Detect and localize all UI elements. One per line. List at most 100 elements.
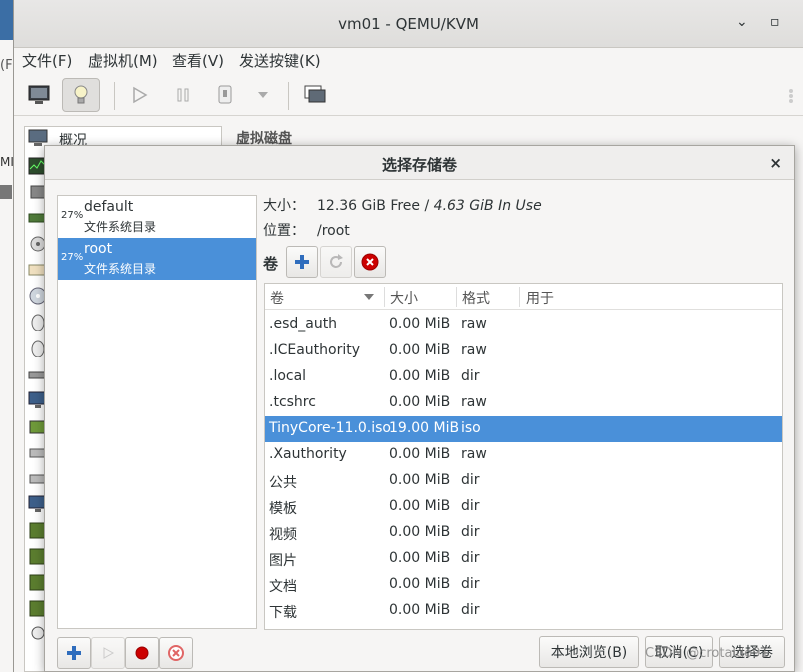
chevron-down-icon bbox=[258, 92, 268, 98]
volume-row[interactable]: .tcshrc 0.00 MiB raw bbox=[265, 390, 782, 416]
volume-name-cell: .Xauthority bbox=[269, 446, 347, 462]
volume-row[interactable]: .esd_auth 0.00 MiB raw bbox=[265, 312, 782, 338]
plus-icon bbox=[295, 255, 309, 269]
menu-sendkey[interactable]: 发送按键(K) bbox=[239, 50, 321, 71]
pool-name: root bbox=[84, 241, 113, 257]
volume-size-cell: 0.00 MiB bbox=[389, 498, 451, 514]
volume-row[interactable]: 模板 0.00 MiB dir bbox=[265, 494, 782, 520]
volume-format-cell: iso bbox=[461, 420, 481, 436]
volume-row[interactable]: .Xauthority 0.00 MiB raw bbox=[265, 442, 782, 468]
delete-volume-button[interactable] bbox=[354, 246, 386, 278]
minimize-button[interactable]: ⌄ bbox=[736, 14, 748, 30]
pool-item-default[interactable]: 27% default 文件系统目录 bbox=[58, 196, 256, 238]
close-button[interactable]: × bbox=[769, 154, 782, 172]
volume-row[interactable]: TinyCore-11.0.iso 19.00 MiB iso bbox=[265, 416, 782, 442]
location-label: 位置： bbox=[263, 223, 305, 239]
choose-volume-dialog: 选择存储卷 × 27% default 文件系统目录 27% root 文件系统… bbox=[44, 145, 795, 672]
shutdown-menu-button[interactable] bbox=[244, 78, 282, 112]
toolbar bbox=[14, 74, 803, 116]
volume-format-cell: raw bbox=[461, 342, 487, 358]
volume-table: 卷 大小 格式 用于 .esd_auth 0.00 MiB raw .ICEautho… bbox=[264, 283, 783, 630]
volume-format-cell: dir bbox=[461, 576, 480, 592]
menu-vm[interactable]: 虚拟机(M) bbox=[88, 50, 158, 71]
volume-format-cell: dir bbox=[461, 550, 480, 566]
volume-name-cell: .local bbox=[269, 368, 307, 384]
refresh-volumes-button[interactable] bbox=[320, 246, 352, 278]
volume-row[interactable]: 视频 0.00 MiB dir bbox=[265, 520, 782, 546]
play-icon bbox=[103, 647, 115, 659]
location-value: /root bbox=[317, 223, 350, 239]
volume-name-cell: 视频 bbox=[269, 527, 297, 543]
volume-size-cell: 0.00 MiB bbox=[389, 342, 451, 358]
volume-size-cell: 0.00 MiB bbox=[389, 368, 451, 384]
add-volume-button[interactable] bbox=[286, 246, 318, 278]
volume-row[interactable]: 下载 0.00 MiB dir bbox=[265, 598, 782, 624]
details-view-button[interactable] bbox=[62, 78, 100, 112]
size-free-value: 12.36 GiB Free / bbox=[317, 198, 434, 214]
power-icon bbox=[218, 85, 232, 104]
volume-size-cell: 0.00 MiB bbox=[389, 550, 451, 566]
dialog-title: 选择存储卷 bbox=[381, 156, 457, 174]
background-label-fragment: MI bbox=[0, 155, 14, 169]
pool-type: 文件系统目录 bbox=[84, 220, 157, 234]
volume-size-cell: 0.00 MiB bbox=[389, 472, 451, 488]
window-titlebar: vm01 - QEMU/KVM ⌄ ▫ bbox=[14, 0, 803, 48]
volume-size-cell: 0.00 MiB bbox=[389, 316, 451, 332]
column-separator bbox=[456, 287, 457, 307]
delete-pool-button[interactable] bbox=[159, 637, 193, 669]
run-button[interactable] bbox=[120, 78, 158, 112]
browse-local-button[interactable]: 本地浏览(B) bbox=[539, 636, 639, 668]
volume-name-cell: 文档 bbox=[269, 579, 297, 595]
pool-size-row: 大小： 12.36 GiB Free / 4.63 GiB In Use bbox=[263, 195, 542, 215]
stop-pool-button[interactable] bbox=[125, 637, 159, 669]
volume-size-cell: 0.00 MiB bbox=[389, 576, 451, 592]
plus-icon bbox=[67, 646, 81, 660]
volume-row[interactable]: 图片 0.00 MiB dir bbox=[265, 546, 782, 572]
column-header-format[interactable]: 格式 bbox=[462, 288, 490, 308]
volume-row[interactable]: 公共 0.00 MiB dir bbox=[265, 468, 782, 494]
menu-view[interactable]: 查看(V) bbox=[172, 50, 224, 71]
resize-handle[interactable] bbox=[780, 78, 802, 112]
volume-size-cell: 0.00 MiB bbox=[389, 446, 451, 462]
column-header-used-by[interactable]: 用于 bbox=[526, 288, 554, 308]
record-stop-icon bbox=[135, 646, 149, 660]
pool-usage-percent: 27% bbox=[61, 252, 84, 263]
volume-table-header: 卷 大小 格式 用于 bbox=[265, 284, 782, 310]
volume-name-cell: .ICEauthority bbox=[269, 342, 360, 358]
pool-usage-percent: 27% bbox=[61, 210, 84, 221]
column-separator bbox=[519, 287, 520, 307]
delete-icon bbox=[168, 645, 184, 661]
volume-name-cell: 下载 bbox=[269, 605, 297, 621]
console-view-button[interactable] bbox=[20, 78, 58, 112]
window-title: vm01 - QEMU/KVM bbox=[338, 15, 479, 33]
pool-type: 文件系统目录 bbox=[84, 262, 157, 276]
volume-row[interactable]: 文档 0.00 MiB dir bbox=[265, 572, 782, 598]
watermark: CSDN @crotaldo91 bbox=[645, 646, 769, 661]
volume-row[interactable]: .local 0.00 MiB dir bbox=[265, 364, 782, 390]
shutdown-button[interactable] bbox=[206, 78, 244, 112]
column-header-name[interactable]: 卷 bbox=[270, 288, 284, 308]
dialog-header: 选择存储卷 × bbox=[45, 146, 794, 180]
volume-format-cell: dir bbox=[461, 472, 480, 488]
pause-button[interactable] bbox=[164, 78, 202, 112]
add-pool-button[interactable] bbox=[57, 637, 91, 669]
lightbulb-icon bbox=[74, 85, 88, 104]
menu-file[interactable]: 文件(F) bbox=[22, 50, 72, 71]
column-separator bbox=[384, 287, 385, 307]
volume-size-cell: 19.00 MiB bbox=[389, 420, 460, 436]
volume-row[interactable]: .ICEauthority 0.00 MiB raw bbox=[265, 338, 782, 364]
maximize-button[interactable]: ▫ bbox=[770, 14, 780, 30]
pool-name: default bbox=[84, 199, 134, 215]
volume-format-cell: dir bbox=[461, 602, 480, 618]
volume-format-cell: raw bbox=[461, 446, 487, 462]
column-header-size[interactable]: 大小 bbox=[390, 288, 418, 308]
background-icon bbox=[0, 185, 12, 199]
pool-item-root[interactable]: 27% root 文件系统目录 bbox=[58, 238, 256, 280]
refresh-icon bbox=[330, 254, 343, 268]
start-pool-button[interactable] bbox=[91, 637, 125, 669]
dots-icon bbox=[789, 89, 793, 103]
fullscreen-button[interactable] bbox=[296, 78, 334, 112]
background-window-fragment: (F MI bbox=[0, 0, 14, 672]
monitor-icon bbox=[28, 85, 50, 104]
size-inuse-value: 4.63 GiB In Use bbox=[433, 198, 542, 214]
